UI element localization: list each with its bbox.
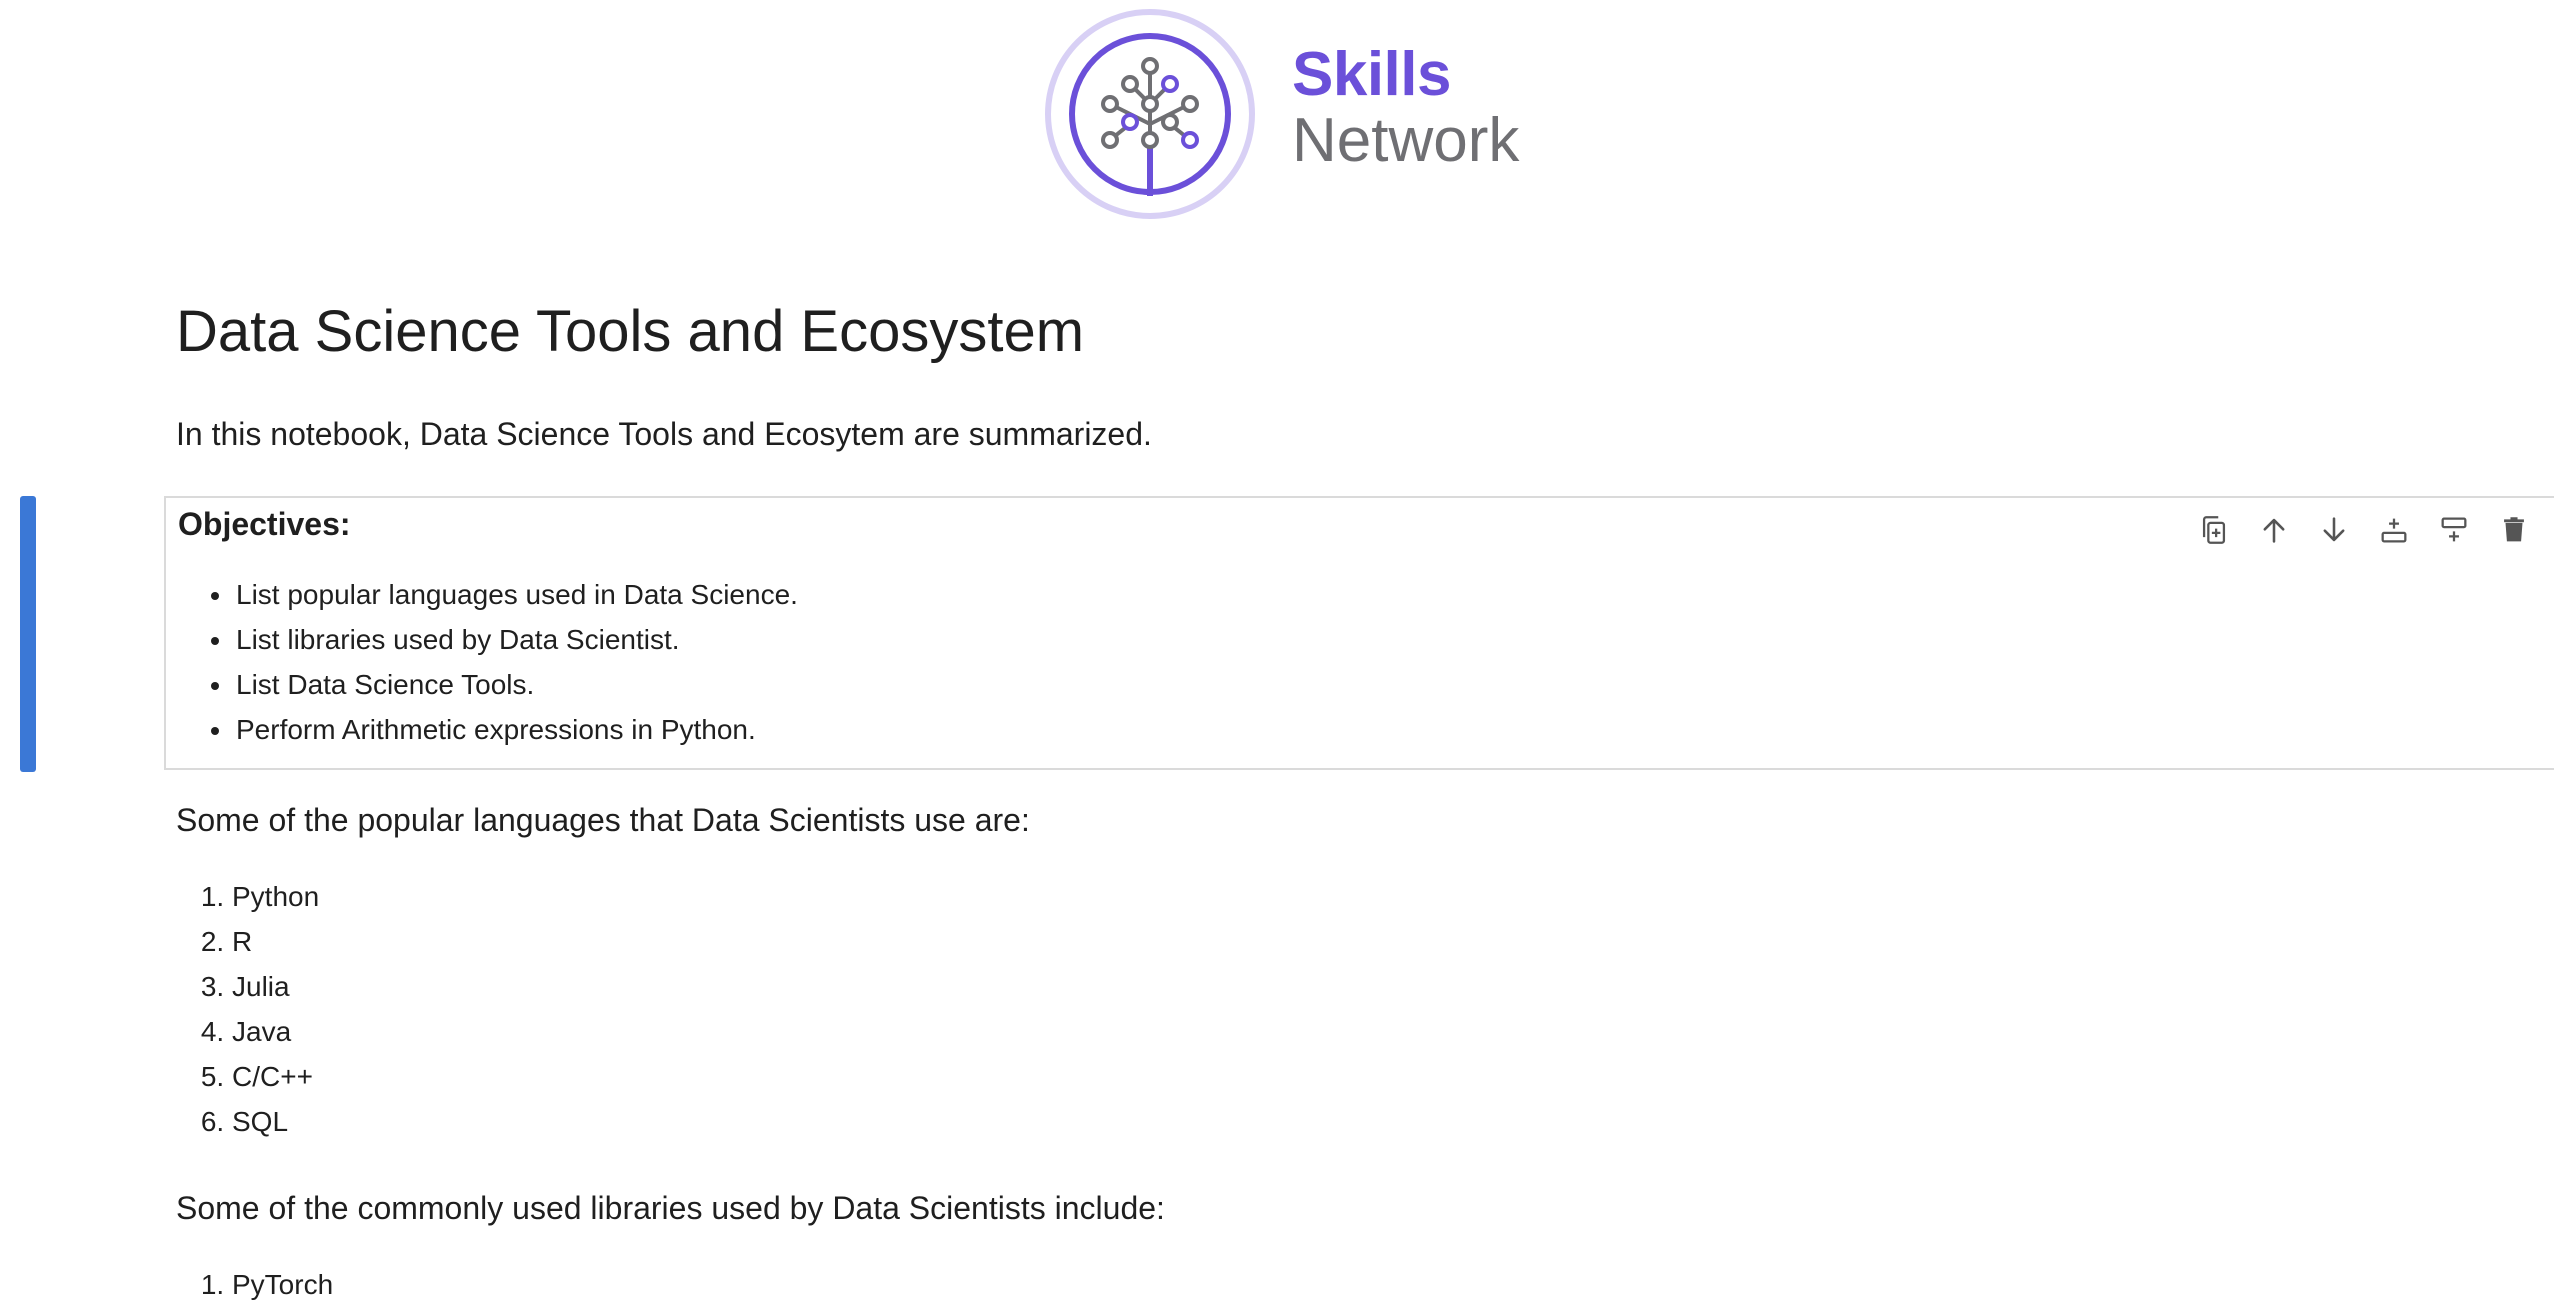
move-up-button[interactable] xyxy=(2244,510,2304,550)
list-item: Java xyxy=(232,1009,319,1054)
languages-intro: Some of the popular languages that Data … xyxy=(176,802,1030,838)
list-item: Julia xyxy=(232,964,319,1009)
list-item: Python xyxy=(232,874,319,919)
list-item: PyTorch xyxy=(232,1262,333,1300)
duplicate-icon xyxy=(2202,516,2226,544)
move-up-icon xyxy=(2263,518,2285,543)
insert-above-icon xyxy=(2381,518,2407,543)
intro-paragraph: In this notebook, Data Science Tools and… xyxy=(176,416,1152,452)
duplicate-cell-button[interactable] xyxy=(2184,510,2244,550)
notebook-title: Data Science Tools and Ecosystem xyxy=(176,299,1085,364)
delete-cell-button[interactable] xyxy=(2484,510,2544,550)
list-item: Perform Arithmetic expressions in Python… xyxy=(234,707,798,752)
logo-text-skills: Skills xyxy=(1292,40,1452,109)
insert-below-button[interactable] xyxy=(2424,510,2484,550)
list-item: List popular languages used in Data Scie… xyxy=(234,572,798,617)
notebook-page: Skills Network Data Science Tools and Ec… xyxy=(0,0,2554,1300)
list-item: R xyxy=(232,919,319,964)
languages-list: Python R Julia Java C/C++ SQL xyxy=(0,874,319,1144)
cell-toolbar xyxy=(2184,510,2544,550)
list-item: C/C++ xyxy=(232,1054,319,1099)
list-item: List libraries used by Data Scientist. xyxy=(234,617,798,662)
logo-text-network: Network xyxy=(1292,106,1520,175)
objectives-heading: Objectives: xyxy=(178,506,351,542)
logo-tree-icon xyxy=(1045,9,1255,219)
insert-above-button[interactable] xyxy=(2364,510,2424,550)
move-down-button[interactable] xyxy=(2304,510,2364,550)
list-item: List Data Science Tools. xyxy=(234,662,798,707)
objectives-list: List popular languages used in Data Scie… xyxy=(166,572,798,752)
insert-below-icon xyxy=(2441,517,2467,542)
delete-icon xyxy=(2504,517,2524,542)
libraries-intro: Some of the commonly used libraries used… xyxy=(176,1190,1165,1226)
list-item: SQL xyxy=(232,1099,319,1144)
move-down-icon xyxy=(2323,517,2345,542)
active-cell-indicator[interactable] xyxy=(20,496,36,772)
libraries-list: PyTorch xyxy=(0,1262,333,1300)
